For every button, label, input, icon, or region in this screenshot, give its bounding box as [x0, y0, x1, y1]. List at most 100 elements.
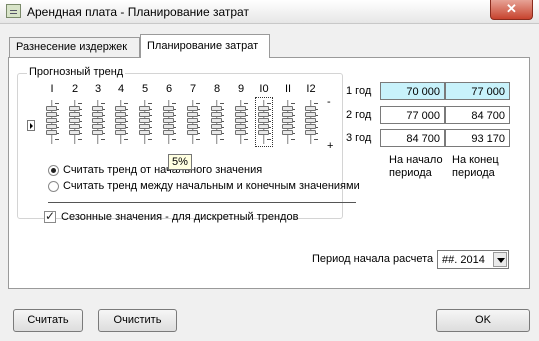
- slider-thumb[interactable]: [282, 118, 293, 123]
- trend-slider-month-1[interactable]: [46, 100, 59, 144]
- slider-thumb[interactable]: [139, 106, 150, 111]
- slider-thumb[interactable]: [211, 112, 222, 117]
- clear-button[interactable]: Очистить: [98, 309, 177, 332]
- slider-thumb[interactable]: [211, 124, 222, 129]
- trend-slider-month-6[interactable]: [163, 100, 176, 144]
- trend-slider-month-3[interactable]: [92, 100, 105, 144]
- trend-slider-month-5[interactable]: [139, 100, 152, 144]
- slider-thumb[interactable]: [187, 118, 198, 123]
- year-1-end-field[interactable]: 77 000: [445, 82, 510, 100]
- slider-thumb[interactable]: [139, 118, 150, 123]
- slider-thumb[interactable]: [69, 124, 80, 129]
- slider-thumb[interactable]: [139, 112, 150, 117]
- slider-thumb[interactable]: [235, 124, 246, 129]
- slider-thumb[interactable]: [211, 118, 222, 123]
- slider-thumb[interactable]: [258, 130, 269, 135]
- slider-tick: [148, 139, 152, 140]
- slider-thumb[interactable]: [235, 112, 246, 117]
- seasonal-checkbox-label[interactable]: Сезонные значения - для дискретный тренд…: [61, 211, 298, 223]
- slider-thumb[interactable]: [115, 106, 126, 111]
- radio-trend-from-start[interactable]: [48, 165, 59, 176]
- radio-trend-between-label[interactable]: Считать тренд между начальным и конечным…: [63, 180, 360, 192]
- slider-thumb[interactable]: [46, 124, 57, 129]
- trend-slider-month-12[interactable]: [305, 100, 318, 144]
- slider-thumb[interactable]: [92, 106, 103, 111]
- slider-thumb[interactable]: [187, 106, 198, 111]
- seasonal-checkbox[interactable]: [44, 209, 56, 223]
- slider-thumb[interactable]: [282, 124, 293, 129]
- slider-thumb[interactable]: [69, 130, 80, 135]
- close-button[interactable]: ✕: [490, 0, 533, 20]
- slider-thumb[interactable]: [305, 130, 316, 135]
- chevron-down-icon[interactable]: [493, 252, 507, 267]
- trend-slider-month-9[interactable]: [235, 100, 248, 144]
- year-2-start-field[interactable]: 77 000: [380, 106, 445, 124]
- slider-thumb[interactable]: [211, 130, 222, 135]
- slider-thumb[interactable]: [163, 130, 174, 135]
- slider-thumb[interactable]: [305, 118, 316, 123]
- slider-thumb[interactable]: [235, 130, 246, 135]
- ok-button[interactable]: OK: [436, 309, 530, 332]
- year-3-end-field[interactable]: 93 170: [445, 129, 510, 147]
- slider-thumb[interactable]: [115, 130, 126, 135]
- trend-slider-month-10[interactable]: [255, 97, 273, 147]
- slider-thumb[interactable]: [69, 112, 80, 117]
- slider-thumb[interactable]: [69, 118, 80, 123]
- slider-thumb[interactable]: [115, 118, 126, 123]
- slider-thumb[interactable]: [46, 118, 57, 123]
- slider-thumb[interactable]: [92, 112, 103, 117]
- slider-thumb[interactable]: [92, 118, 103, 123]
- slider-thumb[interactable]: [46, 112, 57, 117]
- slider-thumb[interactable]: [258, 118, 269, 123]
- slider-thumb[interactable]: [115, 124, 126, 129]
- tab-cost-planning[interactable]: Планирование затрат: [140, 34, 270, 58]
- year-3-start-field[interactable]: 84 700: [380, 129, 445, 147]
- slider-thumb[interactable]: [115, 112, 126, 117]
- slider-thumb[interactable]: [282, 106, 293, 111]
- slider-thumb[interactable]: [69, 106, 80, 111]
- slider-thumb[interactable]: [211, 106, 222, 111]
- radio-trend-from-start-label[interactable]: Считать тренд от начального значения: [63, 164, 262, 176]
- slider-tick: [148, 103, 152, 104]
- year-1-start-field[interactable]: 70 000: [380, 82, 445, 100]
- trend-slider-month-7[interactable]: [187, 100, 200, 144]
- slider-thumb[interactable]: [92, 130, 103, 135]
- radio-trend-between[interactable]: [48, 181, 59, 192]
- year-1-end-value: 77 000: [471, 86, 505, 98]
- slider-thumb[interactable]: [163, 112, 174, 117]
- slider-thumb[interactable]: [92, 124, 103, 129]
- slider-thumb[interactable]: [163, 118, 174, 123]
- slider-thumb[interactable]: [139, 124, 150, 129]
- slider-thumb[interactable]: [46, 130, 57, 135]
- slider-thumb[interactable]: [305, 124, 316, 129]
- slider-thumb[interactable]: [258, 112, 269, 117]
- slider-thumb[interactable]: [258, 124, 269, 129]
- calc-button[interactable]: Считать: [13, 309, 83, 332]
- title-bar[interactable]: Арендная плата - Планирование затрат ✕: [0, 0, 539, 24]
- period-select[interactable]: ##. 2014: [437, 250, 509, 269]
- slider-thumb[interactable]: [305, 112, 316, 117]
- slider-thumb[interactable]: [258, 106, 269, 111]
- slider-tick: [124, 139, 128, 140]
- slider-thumb[interactable]: [46, 106, 57, 111]
- slider-thumb[interactable]: [187, 112, 198, 117]
- trend-slider-month-8[interactable]: [211, 100, 224, 144]
- slider-thumb[interactable]: [187, 124, 198, 129]
- slider-thumb[interactable]: [235, 106, 246, 111]
- slider-thumb[interactable]: [187, 130, 198, 135]
- trend-slider-month-4[interactable]: [115, 100, 128, 144]
- month-2-label: 2: [71, 83, 79, 95]
- slider-thumb[interactable]: [163, 124, 174, 129]
- slider-thumb[interactable]: [282, 112, 293, 117]
- year-2-end-field[interactable]: 84 700: [445, 106, 510, 124]
- trend-slider-month-2[interactable]: [69, 100, 82, 144]
- slider-thumb[interactable]: [163, 106, 174, 111]
- row-pointer-icon: [27, 120, 35, 131]
- tab-cost-allocation[interactable]: Разнесение издержек: [9, 37, 140, 57]
- slider-thumb[interactable]: [139, 130, 150, 135]
- slider-thumb[interactable]: [305, 106, 316, 111]
- trend-slider-month-11[interactable]: [282, 100, 295, 144]
- month-11-label: II: [284, 83, 292, 95]
- slider-thumb[interactable]: [282, 130, 293, 135]
- slider-thumb[interactable]: [235, 118, 246, 123]
